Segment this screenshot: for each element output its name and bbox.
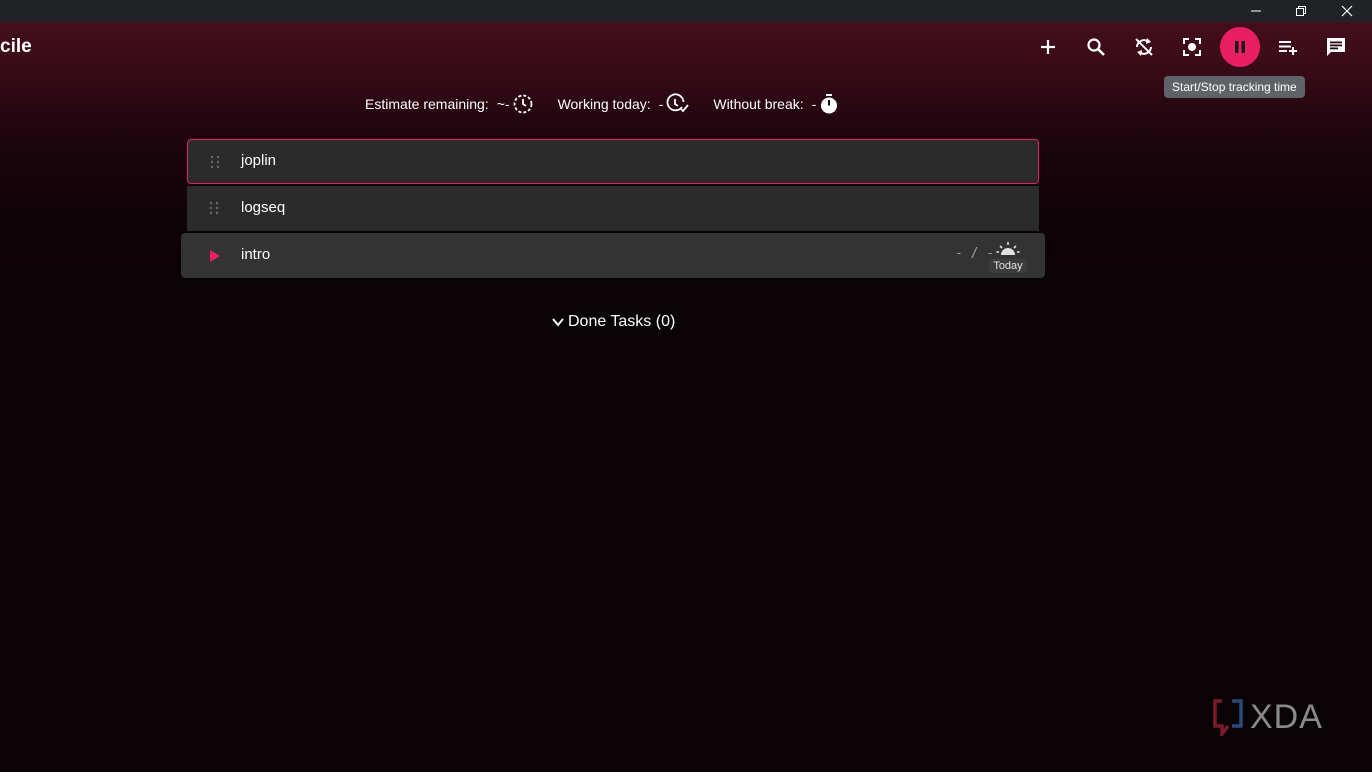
metrics-bar: Estimate remaining: ~- Working today: - … [365,92,840,116]
pause-icon [1235,41,1245,53]
working-today: Working today: - [558,93,690,115]
task-item-active[interactable]: intro - / - Today [181,233,1045,278]
task-title[interactable]: joplin [241,152,276,169]
estimate-value: ~- [496,96,510,112]
chat-button[interactable] [1318,29,1354,65]
xda-logo-icon [1213,699,1243,736]
working-value: - [658,96,664,112]
chat-icon [1327,38,1345,56]
sunrise-icon [996,242,1020,255]
plus-icon [1041,40,1055,54]
done-tasks-label: Done Tasks (0) [568,313,676,330]
app-header: cile [0,22,1372,72]
add-to-playlist-button[interactable] [1270,29,1306,65]
today-label: Today [989,259,1027,273]
estimate-label: Estimate remaining: [365,96,489,112]
today-badge[interactable]: Today [989,241,1027,273]
app-window: cile Start/Stop tracking time Estimate r… [0,0,1372,772]
close-button[interactable] [1324,0,1370,22]
estimate-remaining: Estimate remaining: ~- [365,93,534,115]
without-break: Without break: - [713,93,840,115]
focus-icon [1183,38,1201,56]
working-label: Working today: [557,96,651,112]
search-icon [1087,38,1105,56]
clock-estimate-icon [513,94,532,114]
task-item[interactable]: joplin [187,139,1039,184]
restore-icon [1296,6,1306,16]
tracking-tooltip: Start/Stop tracking time [1164,76,1305,98]
task-item[interactable]: logseq [187,186,1039,231]
clock-check-icon [666,93,690,113]
start-stop-tracking-button[interactable] [1220,27,1260,67]
sync-button[interactable] [1126,29,1162,65]
sync-disabled-icon [1135,38,1153,56]
minimize-button[interactable] [1233,0,1279,22]
drag-handle-icon[interactable] [210,155,220,169]
break-label: Without break: [713,96,804,112]
search-button[interactable] [1078,29,1114,65]
add-task-button[interactable] [1030,29,1066,65]
minimize-icon [1251,10,1261,12]
window-titlebar [0,0,1372,22]
play-icon[interactable] [209,249,221,263]
app-title: cile [0,36,32,57]
timer-icon [821,94,838,114]
task-title[interactable]: intro [241,246,270,263]
playlist-add-icon [1279,41,1297,55]
focus-mode-button[interactable] [1174,29,1210,65]
break-value: - [811,96,817,112]
close-icon [1341,5,1353,17]
chevron-down-icon [552,318,564,327]
restore-button[interactable] [1278,0,1324,22]
drag-handle-icon[interactable] [209,201,219,215]
done-tasks-toggle[interactable]: Done Tasks (0) [551,311,675,333]
task-title[interactable]: logseq [241,199,285,216]
xda-watermark: XDA [1212,698,1323,736]
watermark-text: XDA [1250,698,1323,736]
